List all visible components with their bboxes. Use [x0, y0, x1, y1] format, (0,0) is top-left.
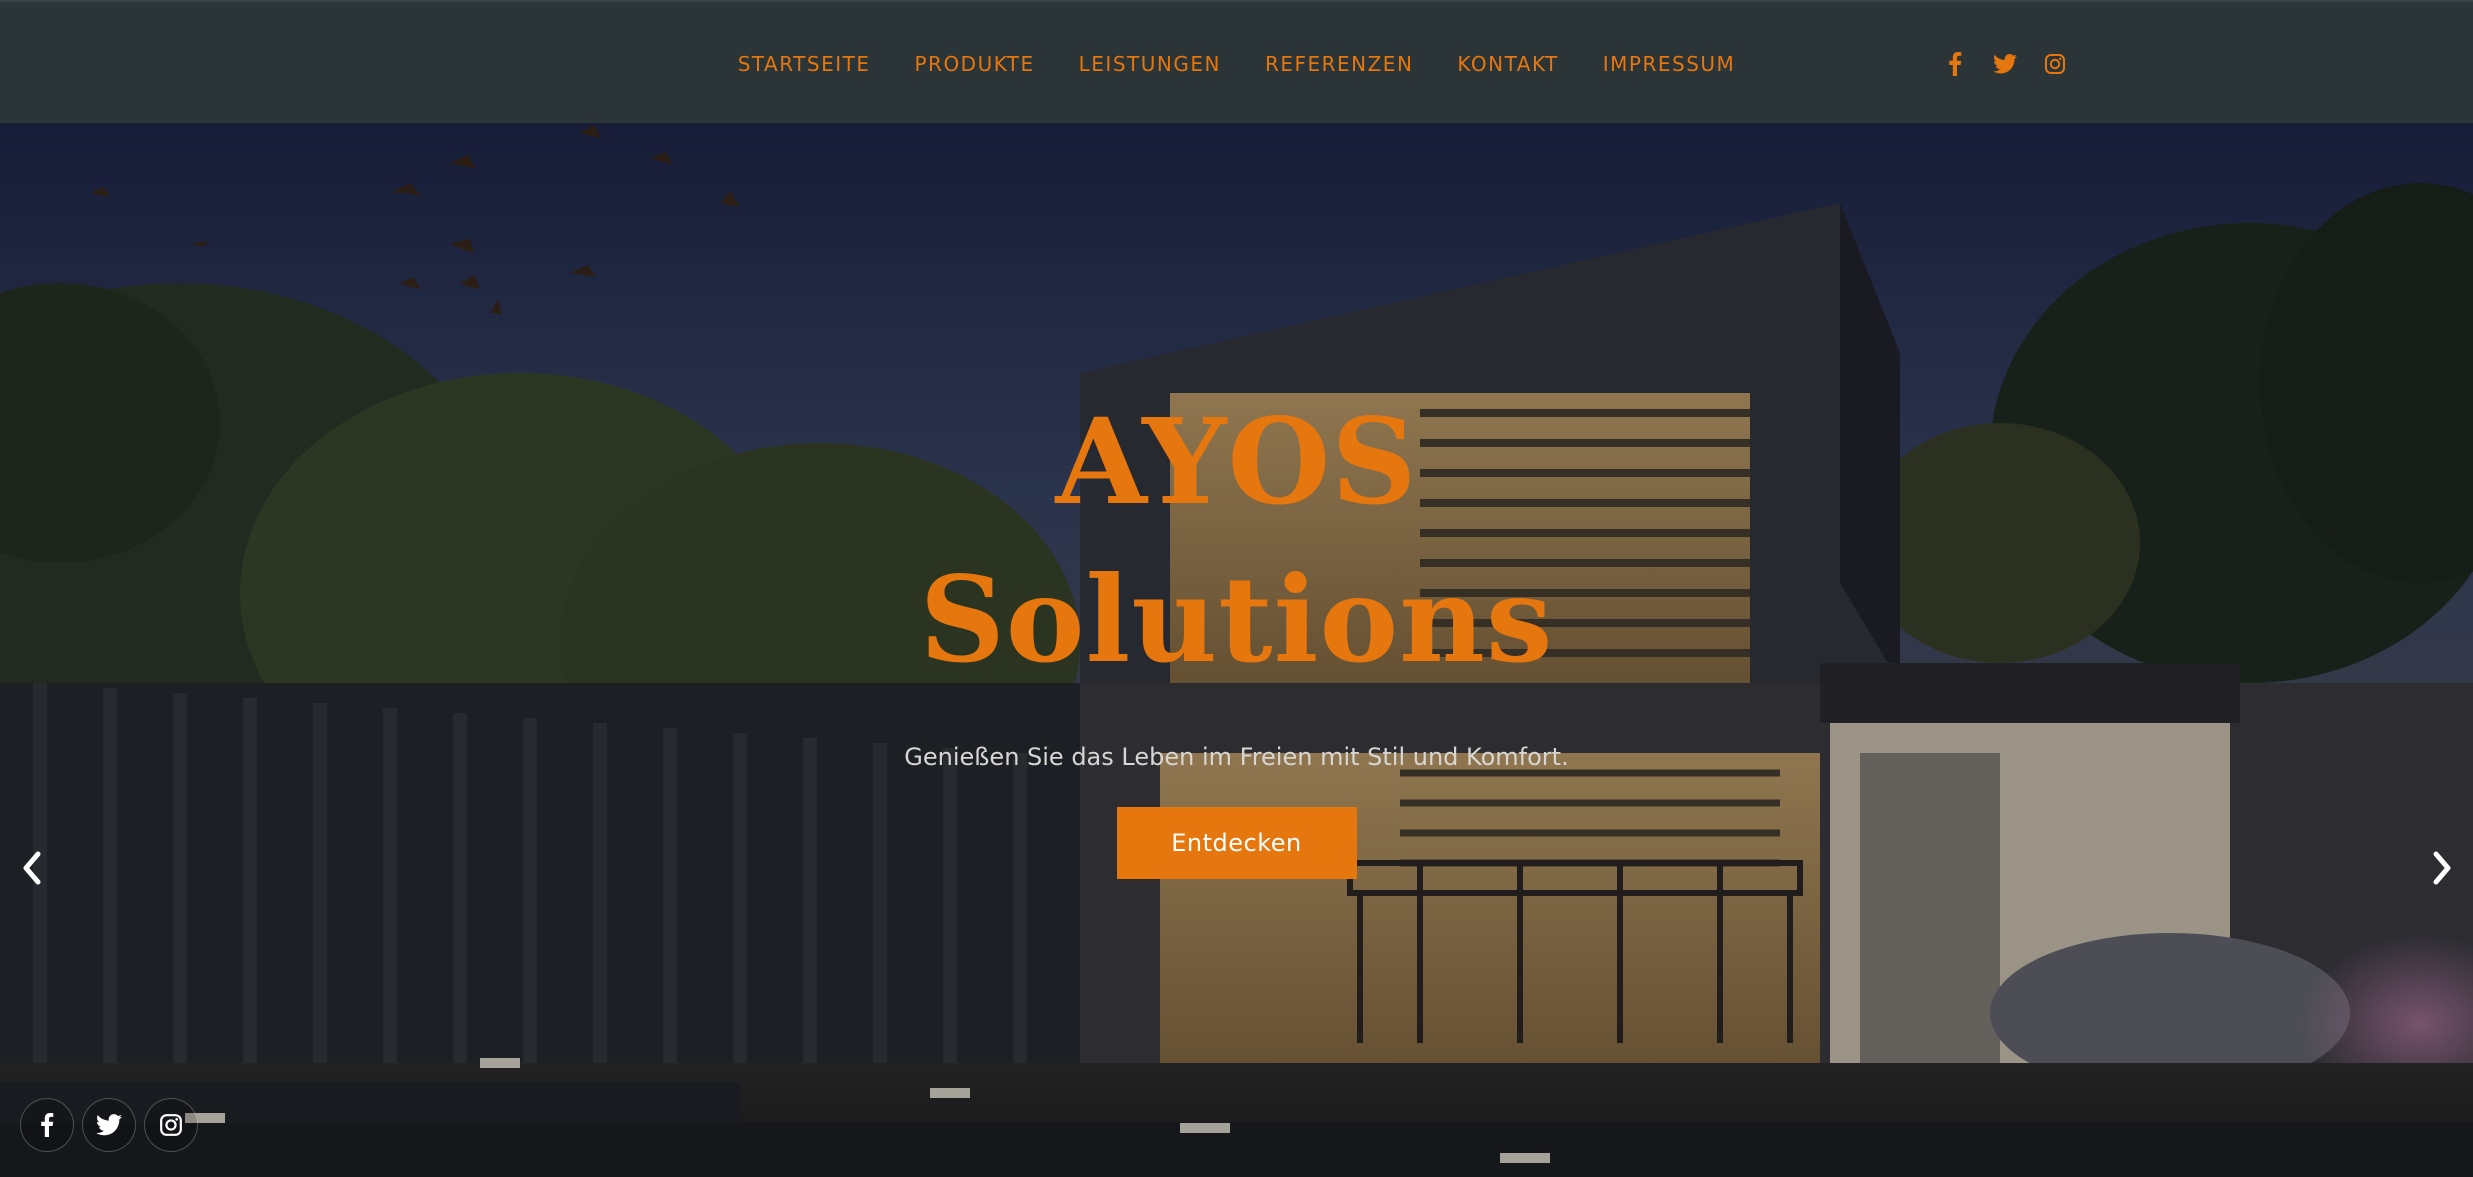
nav-item-leistungen[interactable]: LEISTUNGEN	[1079, 52, 1221, 76]
slider-next-button[interactable]	[2422, 843, 2462, 893]
hero-content: AYOS Solutions Genießen Sie das Leben im…	[0, 383, 2473, 879]
twitter-icon[interactable]	[1990, 49, 2020, 79]
instagram-icon[interactable]	[2040, 49, 2070, 79]
hero-title: AYOS Solutions	[0, 383, 2473, 699]
header-social-links	[1930, 2, 2080, 125]
facebook-icon[interactable]	[20, 1098, 74, 1152]
discover-button[interactable]: Entdecken	[1116, 807, 1357, 879]
nav-item-referenzen[interactable]: REFERENZEN	[1265, 52, 1413, 76]
facebook-icon[interactable]	[1940, 49, 1970, 79]
top-navbar: STARTSEITE PRODUKTE LEISTUNGEN REFERENZE…	[0, 0, 2473, 123]
hero-subtitle: Genießen Sie das Leben im Freien mit Sti…	[904, 743, 1569, 771]
main-menu: STARTSEITE PRODUKTE LEISTUNGEN REFERENZE…	[0, 2, 2473, 125]
nav-item-startseite[interactable]: STARTSEITE	[738, 52, 871, 76]
hero-title-line2: Solutions	[919, 550, 1554, 689]
hero-slider: AYOS Solutions Genießen Sie das Leben im…	[0, 123, 2473, 1177]
instagram-icon[interactable]	[144, 1098, 198, 1152]
nav-item-produkte[interactable]: PRODUKTE	[914, 52, 1034, 76]
chevron-left-icon	[23, 851, 41, 885]
footer-social-links	[20, 1098, 206, 1152]
slider-prev-button[interactable]	[12, 843, 52, 893]
chevron-right-icon	[2433, 851, 2451, 885]
nav-item-impressum[interactable]: IMPRESSUM	[1603, 52, 1736, 76]
nav-item-kontakt[interactable]: KONTAKT	[1457, 52, 1558, 76]
twitter-icon[interactable]	[82, 1098, 136, 1152]
hero-title-line1: AYOS	[1055, 392, 1418, 531]
